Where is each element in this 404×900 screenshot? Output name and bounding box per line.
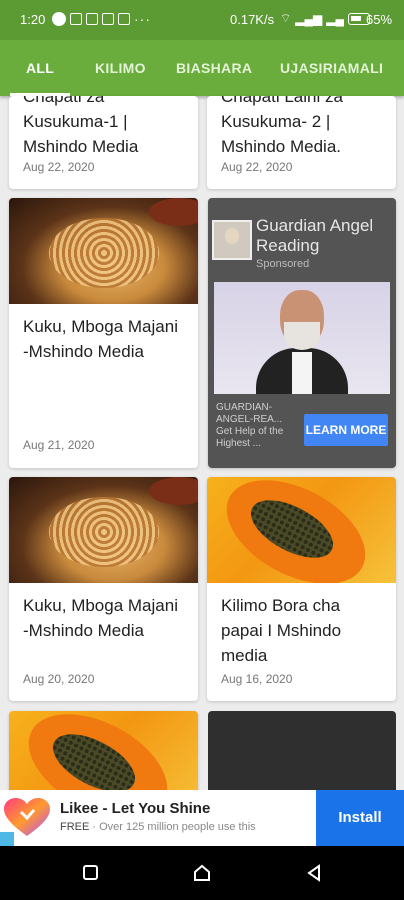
signal-icons: ⌔ ▂▄▆ ▂▄ (280, 11, 370, 26)
ad-title: Guardian Angel Reading (256, 216, 374, 255)
network-speed: 0.17K/s (230, 12, 275, 27)
person-add-icon (70, 13, 82, 25)
article-thumbnail (9, 198, 198, 304)
install-button[interactable]: Install (316, 790, 404, 846)
ad-choices-icon[interactable] (0, 832, 14, 846)
article-card[interactable]: Chapati za Kusukuma-1 | Mshindo Media Au… (9, 96, 198, 189)
tab-biashara[interactable]: BIASHARA (176, 40, 252, 96)
signal-strength-icon: ▂▄▆ (295, 11, 323, 26)
image-icon (86, 13, 98, 25)
article-date: Aug 22, 2020 (23, 160, 95, 174)
back-icon[interactable] (305, 864, 323, 882)
article-title: Kilimo Bora cha papai I Mshindo media (221, 596, 342, 665)
article-title: Chapati za Kusukuma-1 | Mshindo Media (23, 96, 139, 156)
ad-logo (212, 220, 252, 260)
system-nav-bar (0, 846, 404, 900)
article-card[interactable]: Kuku, Mboga Majani -Mshindo Media Aug 21… (9, 198, 198, 468)
article-card[interactable]: Kilimo Bora cha papai I Mshindo media Au… (207, 477, 396, 701)
article-date: Aug 22, 2020 (221, 160, 293, 174)
article-card[interactable]: Chapati Laini za Kusukuma- 2 | Mshindo M… (207, 96, 396, 189)
battery-percent: 65% (366, 12, 393, 27)
more-notifications-icon: ··· (134, 11, 151, 27)
article-date: Aug 21, 2020 (23, 438, 95, 452)
ad-image (214, 282, 390, 394)
learn-more-button[interactable]: LEARN MORE (304, 414, 388, 446)
article-thumbnail (207, 477, 396, 583)
article-date: Aug 20, 2020 (23, 672, 95, 686)
banner-ad[interactable]: Likee - Let You Shine FREE · Over 125 mi… (0, 790, 404, 846)
tab-kilimo[interactable]: KILIMO (95, 40, 146, 96)
ad-sponsored-label: Sponsored (256, 258, 310, 270)
article-card[interactable]: Kuku, Mboga Majani -Mshindo Media Aug 20… (9, 477, 198, 701)
article-title: Kuku, Mboga Majani -Mshindo Media (23, 596, 178, 640)
article-title: Chapati Laini za Kusukuma- 2 | Mshindo M… (221, 96, 343, 156)
wifi-icon: ⌔ (280, 11, 292, 25)
tab-ujasiriamali[interactable]: UJASIRIAMALI (280, 40, 383, 96)
home-icon[interactable] (193, 864, 211, 882)
status-bar: 1:20 ··· 0.17K/s ⌔ ▂▄▆ ▂▄ 65% (0, 0, 404, 40)
native-ad-card[interactable]: Guardian Angel Reading Sponsored GUARDIA… (208, 198, 396, 468)
clock: 1:20 (20, 12, 46, 27)
article-date: Aug 16, 2020 (221, 672, 293, 686)
notification-dot-icon (52, 12, 66, 26)
ad-description: GUARDIAN-ANGEL-REA... Get Help of the Hi… (216, 402, 284, 449)
key-icon (118, 13, 130, 25)
signal-strength-2-icon: ▂▄ (326, 11, 344, 26)
article-title: Kuku, Mboga Majani -Mshindo Media (23, 317, 178, 361)
banner-ad-title: Likee - Let You Shine (60, 800, 211, 817)
tab-all[interactable]: ALL (9, 40, 71, 96)
usb-icon (102, 13, 114, 25)
recent-apps-icon[interactable] (82, 864, 100, 882)
article-thumbnail (9, 477, 198, 583)
banner-ad-subtitle: FREE · Over 125 million people use this (60, 821, 256, 833)
notification-icons: ··· (52, 11, 151, 27)
category-tabs: ALL KILIMO BIASHARA UJASIRIAMALI (0, 40, 404, 96)
